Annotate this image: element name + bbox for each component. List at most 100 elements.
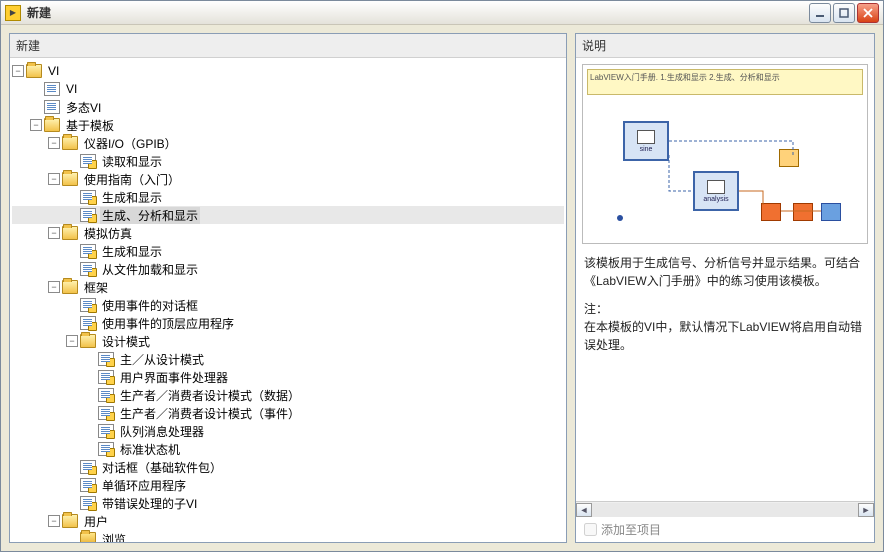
tree-item-label: 仪器I/O（GPIB） [82,135,179,152]
tree-item-guide[interactable]: − 使用指南（入门） [12,170,564,188]
folder-icon [44,118,60,132]
close-button[interactable] [857,3,879,23]
collapse-icon[interactable]: − [66,335,78,347]
tree-item-guide-gen[interactable]: 生成和显示 [12,188,564,206]
vi-badge-icon [80,298,96,312]
tree-item-label: 设计模式 [100,333,152,350]
tree-item-tmpl[interactable]: − 基于模板 [12,116,564,134]
tree-item-label: VI [64,82,79,96]
tree-item-frame-err[interactable]: 带错误处理的子VI [12,494,564,512]
tree-item-gpib[interactable]: − 仪器I/O（GPIB） [12,134,564,152]
new-dialog-window: 新建 新建 −VIVI多态VI−基于模板−仪器I/O（GPIB）读取和显示−使用… [0,0,884,552]
tree-item-label: 标准状态机 [118,441,182,458]
tree-item-label: 多态VI [64,99,103,116]
tree-item-dp[interactable]: − 设计模式 [12,332,564,350]
collapse-icon[interactable]: − [30,119,42,131]
folder-icon [80,334,96,348]
tree-item-vi-poly[interactable]: 多态VI [12,98,564,116]
tree-item-sim[interactable]: −模拟仿真 [12,224,564,242]
collapse-icon[interactable]: − [48,515,60,527]
tree-item-frame-dlg[interactable]: 使用事件的对话框 [12,296,564,314]
tree-item-label: 使用指南（入门） [82,171,182,188]
tree-item-dp-ms[interactable]: 主／从设计模式 [12,350,564,368]
vi-icon [44,100,60,114]
tree-item-dp-ui[interactable]: 用户界面事件处理器 [12,368,564,386]
tree-item-dp-sm[interactable]: 标准状态机 [12,440,564,458]
maximize-button[interactable] [833,3,855,23]
vi-icon [44,82,60,96]
tree-item-user[interactable]: − 用户 [12,512,564,530]
tree-item-sim-load[interactable]: 从文件加载和显示 [12,260,564,278]
vi-badge-icon [80,154,96,168]
preview-block-2: analysis [693,171,739,211]
preview-thumbnail: LabVIEW入门手册. 1.生成和显示 2.生成、分析和显示 sine ana… [582,64,868,244]
tree-item-sim-gen[interactable]: 生成和显示 [12,242,564,260]
titlebar[interactable]: 新建 [1,1,883,25]
tree-item-label: 使用事件的对话框 [100,297,200,314]
description-paragraph: 该模板用于生成信号、分析信号并显示结果。可结合《LabVIEW入门手册》中的练习… [584,254,866,290]
tree-item-vi-vi[interactable]: VI [12,80,564,98]
folder-icon [62,226,78,240]
tree-item-label: 主／从设计模式 [118,351,206,368]
description-panel: 说明 LabVIEW入门手册. 1.生成和显示 2.生成、分析和显示 sine … [575,33,875,543]
preview-node-icon [793,203,813,221]
tree-item-label: 生产者／消费者设计模式（事件） [118,405,302,422]
scroll-right-button[interactable]: ► [858,503,874,517]
vi-badge-icon [80,316,96,330]
tree-item-frame-loop[interactable]: 单循环应用程序 [12,476,564,494]
preview-node-icon [779,149,799,167]
tree-item-user-browse[interactable]: 浏览... [12,530,564,542]
tree-item-label: 读取和显示 [100,153,164,170]
tree-item-label: 基于模板 [64,117,116,134]
add-to-project-row[interactable]: 添加至项目 [576,517,874,542]
tree-item-gpib-read[interactable]: 读取和显示 [12,152,564,170]
collapse-icon[interactable]: − [48,281,60,293]
window-buttons [809,3,879,23]
folder-icon [62,172,78,186]
vi-badge-icon [98,424,114,438]
client-area: 新建 −VIVI多态VI−基于模板−仪器I/O（GPIB）读取和显示−使用指南（… [1,25,883,551]
folder-icon [62,280,78,294]
preview-terminal-icon [617,215,623,221]
tree-item-dp-qmh[interactable]: 队列消息处理器 [12,422,564,440]
collapse-icon[interactable]: − [48,227,60,239]
description-body: LabVIEW入门手册. 1.生成和显示 2.生成、分析和显示 sine ana… [576,58,874,542]
tree-item-frame[interactable]: − 框架 [12,278,564,296]
add-to-project-checkbox[interactable] [584,523,597,536]
vi-badge-icon [98,442,114,456]
tree-item-label: 使用事件的顶层应用程序 [100,315,236,332]
preview-block-1: sine [623,121,669,161]
vi-badge-icon [80,244,96,258]
tree-panel-header: 新建 [10,34,566,58]
tree-item-label: 对话框（基础软件包） [100,459,224,476]
tree-item-vi[interactable]: −VI [12,62,564,80]
vi-badge-icon [80,478,96,492]
tree-item-label: 浏览... [100,531,138,543]
collapse-icon[interactable]: − [48,173,60,185]
tree-item-dp-pce[interactable]: 生产者／消费者设计模式（事件） [12,404,564,422]
window-title: 新建 [27,4,809,21]
template-tree[interactable]: −VIVI多态VI−基于模板−仪器I/O（GPIB）读取和显示−使用指南（入门）… [10,58,566,542]
tree-item-frame-dlgbase[interactable]: 对话框（基础软件包） [12,458,564,476]
app-icon [5,5,21,21]
tree-item-guide-gad[interactable]: 生成、分析和显示 [12,206,564,224]
tree-item-label: 用户界面事件处理器 [118,369,230,386]
folder-icon [26,64,42,78]
preview-node-icon [761,203,781,221]
tree-item-label: 生成和显示 [100,189,164,206]
vi-badge-icon [98,388,114,402]
scroll-track[interactable] [592,503,858,517]
tree-panel: 新建 −VIVI多态VI−基于模板−仪器I/O（GPIB）读取和显示−使用指南（… [9,33,567,543]
scroll-left-button[interactable]: ◄ [576,503,592,517]
minimize-button[interactable] [809,3,831,23]
tree-item-frame-top[interactable]: 使用事件的顶层应用程序 [12,314,564,332]
collapse-icon[interactable]: − [12,65,24,77]
tree-item-label: 用户 [82,513,110,530]
description-panel-header: 说明 [576,34,874,58]
vi-badge-icon [98,370,114,384]
collapse-icon[interactable]: − [48,137,60,149]
tree-item-label: 框架 [82,279,110,296]
folder-closed-icon [80,532,96,542]
tree-item-dp-pcd[interactable]: 生产者／消费者设计模式（数据） [12,386,564,404]
preview-scrollbar[interactable]: ◄ ► [576,501,874,517]
